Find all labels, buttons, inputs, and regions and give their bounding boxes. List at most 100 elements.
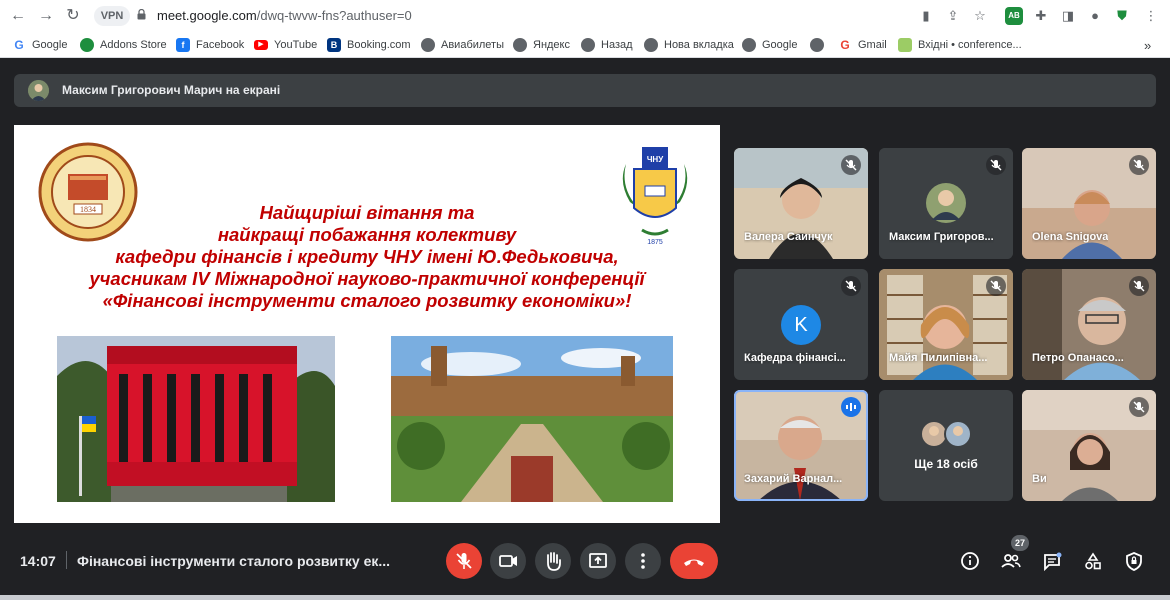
bookmark-label: YouTube <box>274 39 318 51</box>
more-participants-tile[interactable]: Ще 18 осіб <box>879 390 1013 501</box>
mic-off-icon <box>1129 397 1149 417</box>
participant-tile[interactable]: Валера Саинчук <box>734 148 868 259</box>
google-icon: G <box>14 38 24 52</box>
bookmarks-bar: G Google Addons Store f Facebook ▶ YouTube … <box>0 32 1170 58</box>
bookmark-label: Google <box>762 39 798 51</box>
bookmark-label: Назад <box>601 39 633 51</box>
camera-in-use-icon[interactable]: ▮ <box>917 7 935 25</box>
self-tile[interactable]: Ви <box>1022 390 1156 501</box>
chat-icon <box>1044 552 1062 572</box>
bookmark-aviabilety[interactable]: Авиабилеты <box>421 37 504 53</box>
bookmark-label: Facebook <box>196 39 245 51</box>
slide-heading-line-3: кафедри фінансів і кредиту ЧНУ імені Ю.Ф… <box>115 246 619 267</box>
shield-extension-icon[interactable]: ⛊ <box>1113 7 1131 25</box>
taskbar-edge <box>0 595 1170 600</box>
bookmark-label: Яндекс <box>533 39 570 51</box>
mic-off-icon <box>841 276 861 296</box>
presenter-banner: Максим Григорович Марич на екрані <box>14 74 1156 107</box>
share-icon[interactable]: ⇪ <box>944 7 962 25</box>
bookmark-label: Google <box>32 39 68 51</box>
address-bar[interactable]: meet.google.com/dwq-twvw-fns?authuser=0 <box>157 8 412 23</box>
camera-toggle-button[interactable] <box>490 543 526 579</box>
participant-name: Olena Snigova <box>1032 231 1109 243</box>
globe-icon <box>421 38 435 52</box>
mic-off-icon <box>986 276 1006 296</box>
bookmark-google[interactable]: G Google <box>12 37 67 53</box>
bookmark-label: Нова вкладка <box>664 39 734 51</box>
bookmark-star-icon[interactable]: ☆ <box>971 7 989 25</box>
participant-tile[interactable]: K Кафедра фінансі... <box>734 269 868 380</box>
participant-name: Валера Саинчук <box>744 231 833 243</box>
slide-heading-line-1: Найщиріші вітання та <box>259 202 475 223</box>
activities-button[interactable] <box>1078 546 1108 576</box>
participant-tile-speaking[interactable]: Захарий Варнал... <box>734 390 868 501</box>
bookmarks-overflow-icon[interactable]: » <box>1144 37 1151 53</box>
shapes-icon <box>1085 552 1101 570</box>
bookmark-nazad[interactable]: Назад <box>581 37 633 53</box>
bookmark-yandex[interactable]: Яндекс <box>513 37 570 53</box>
bookmark-label: Booking.com <box>347 39 411 51</box>
more-vert-icon <box>641 553 645 569</box>
hand-icon <box>547 552 561 571</box>
back-icon[interactable]: ← <box>8 6 28 26</box>
extensions-puzzle-icon[interactable]: ✚ <box>1032 7 1050 25</box>
extension-adblock-icon[interactable]: AB <box>1005 7 1023 25</box>
more-participants-label: Ще 18 осіб <box>914 457 978 471</box>
bookmark-gmail[interactable]: G Gmail <box>838 37 887 53</box>
vpn-badge[interactable]: VPN <box>94 6 130 26</box>
bookmark-inbox-conference[interactable]: Вхідні • conference... <box>898 37 1022 53</box>
mic-toggle-button[interactable] <box>446 543 482 579</box>
globe-icon <box>810 38 824 52</box>
bookmark-label: Авиабилеты <box>441 39 505 51</box>
avatar-stack <box>920 420 972 448</box>
meet-stage: Максим Григорович Марич на екрані 1834 Ч… <box>0 59 1170 600</box>
chernivtsi-residence-photo <box>391 336 673 502</box>
avatar <box>28 80 49 101</box>
bookmark-globe[interactable] <box>810 37 824 53</box>
raise-hand-button[interactable] <box>535 543 571 579</box>
participant-tile[interactable]: Петро Опанасо... <box>1022 269 1156 380</box>
participant-name: Петро Опанасо... <box>1032 352 1124 364</box>
bookmark-facebook[interactable]: f Facebook <box>176 37 244 53</box>
participant-tile[interactable]: Olena Snigova <box>1022 148 1156 259</box>
slide-heading-line-5: «Фінансові інструменти сталого розвитку … <box>102 290 632 311</box>
bookmark-addons-store[interactable]: Addons Store <box>80 37 167 53</box>
participant-tile[interactable]: Майя Пилипівна... <box>879 269 1013 380</box>
bookmark-youtube[interactable]: ▶ YouTube <box>254 37 317 53</box>
meeting-time: 14:07 <box>20 553 56 569</box>
globe-icon <box>513 38 527 52</box>
lock-icon[interactable] <box>137 9 146 20</box>
bookmark-booking[interactable]: B Booking.com <box>327 37 411 53</box>
bookmark-google-2[interactable]: Google <box>742 37 797 53</box>
browser-toolbar: ← → ↻ VPN meet.google.com/dwq-twvw-fns?a… <box>0 0 1170 32</box>
menu-kebab-icon[interactable]: ⋮ <box>1142 7 1160 25</box>
mic-off-icon <box>1129 155 1149 175</box>
reload-icon[interactable]: ↻ <box>63 6 83 26</box>
participant-count-badge: 27 <box>1011 535 1029 551</box>
chat-button[interactable] <box>1037 546 1067 576</box>
inbox-icon <box>898 38 912 52</box>
host-controls-button[interactable] <box>1119 546 1149 576</box>
addons-icon <box>80 38 94 52</box>
participant-name: Ви <box>1032 473 1047 485</box>
bookmark-new-tab[interactable]: Нова вкладка <box>644 37 734 53</box>
present-icon <box>589 553 607 568</box>
more-options-button[interactable] <box>625 543 661 579</box>
meeting-details-button[interactable] <box>955 546 985 576</box>
emblem-abbr: ЧНУ <box>647 155 664 164</box>
bookmark-label: Gmail <box>858 39 887 51</box>
mic-off-icon <box>986 155 1006 175</box>
participant-tile[interactable]: Максим Григоров... <box>879 148 1013 259</box>
globe-icon <box>742 38 756 52</box>
globe-icon <box>644 38 658 52</box>
leave-call-button[interactable] <box>670 543 718 579</box>
forward-icon[interactable]: → <box>36 6 56 26</box>
red-building-photo <box>57 336 335 502</box>
present-screen-button[interactable] <box>580 543 616 579</box>
side-panel-icon[interactable]: ◨ <box>1059 7 1077 25</box>
profile-icon[interactable]: ● <box>1086 7 1104 25</box>
url-path: /dwq-twvw-fns?authuser=0 <box>256 8 412 23</box>
mic-off-icon <box>841 155 861 175</box>
mic-off-icon <box>456 553 472 569</box>
speaking-indicator-icon <box>841 397 861 417</box>
